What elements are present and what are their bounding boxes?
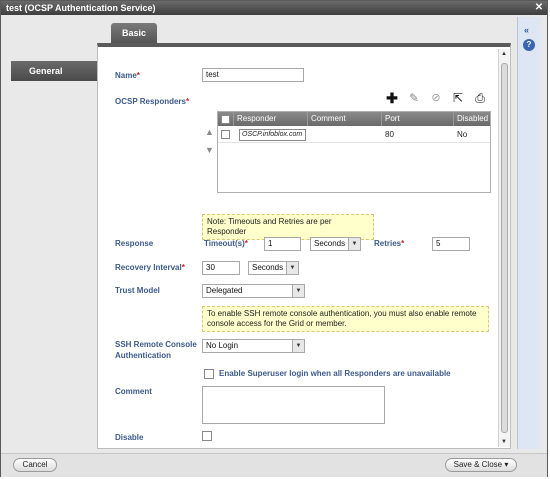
chevron-down-icon: ▼ [292, 285, 304, 297]
chevron-down-icon: ▾ [504, 460, 509, 469]
edit-icon[interactable]: ✎ [407, 91, 421, 105]
name-label-text: Name [115, 71, 137, 80]
timeout-unit-value: Seconds [314, 239, 346, 248]
nav-item-general[interactable]: General [11, 61, 101, 81]
right-bar: « ? [517, 17, 541, 449]
row-checkbox[interactable] [221, 130, 230, 140]
required-marker: * [401, 239, 405, 248]
trust-model-value: Delegated [206, 286, 243, 295]
footer: Cancel Save & Close ▾ [1, 453, 547, 477]
response-label: Response [115, 239, 154, 248]
print-icon[interactable]: ⎙ [473, 91, 487, 105]
table-row[interactable]: OSCP.infoblox.com 80 No [218, 127, 490, 143]
cancel-button[interactable]: Cancel [13, 458, 57, 472]
column-header-port[interactable]: Port [382, 112, 454, 126]
tab-basic[interactable]: Basic [111, 23, 157, 43]
ssh-auth-value: No Login [206, 341, 239, 350]
retries-label: Retries* [374, 239, 404, 248]
timeout-label: Timeout(s)* [204, 239, 248, 248]
port-cell: 80 [385, 130, 394, 139]
disable-checkbox[interactable] [202, 431, 212, 441]
required-marker: * [185, 97, 190, 106]
recovery-unit-value: Seconds [252, 263, 284, 272]
export-icon[interactable]: ⇱ [451, 91, 465, 105]
chevron-down-icon: ▼ [286, 262, 298, 274]
trust-model-select[interactable]: Delegated ▼ [202, 284, 305, 298]
ssh-auth-label: SSH Remote Console Authentication [115, 339, 197, 361]
trust-model-label: Trust Model [115, 286, 160, 295]
table-header: Responder Comment Port Disabled [218, 112, 490, 126]
comment-label: Comment [115, 387, 152, 396]
required-marker: * [244, 239, 248, 248]
scroll-up-icon[interactable]: ▲ [501, 51, 507, 57]
recovery-interval-label-text: Recovery Interval [115, 263, 182, 272]
delete-icon[interactable]: ⊘ [429, 91, 443, 105]
name-input[interactable]: test [202, 68, 304, 82]
column-header-comment[interactable]: Comment [308, 112, 382, 126]
close-icon[interactable]: ✕ [534, 3, 544, 13]
retries-input[interactable]: 5 [432, 237, 470, 251]
ssh-auth-select[interactable]: No Login ▼ [202, 339, 305, 353]
ssh-note: To enable SSH remote console authenticat… [202, 306, 489, 332]
recovery-interval-label: Recovery Interval* [115, 263, 185, 272]
collapse-icon[interactable]: « [524, 25, 529, 35]
timeout-unit-select[interactable]: Seconds ▼ [310, 237, 361, 251]
left-nav: General [9, 17, 101, 449]
ssh-auth-label-line1: SSH Remote Console [115, 340, 197, 349]
responders-table: Responder Comment Port Disabled OSCP.inf… [217, 111, 491, 193]
help-icon[interactable]: ? [523, 39, 535, 51]
retries-label-text: Retries [374, 239, 402, 248]
recovery-interval-input[interactable]: 30 [202, 261, 240, 275]
superuser-checkbox[interactable] [204, 369, 214, 379]
column-header-disabled[interactable]: Disabled [454, 112, 490, 126]
required-marker: * [136, 71, 140, 80]
timeout-input[interactable]: 1 [264, 237, 301, 251]
move-up-icon[interactable]: ▲ [205, 127, 214, 137]
required-marker: * [181, 263, 185, 272]
select-all-checkbox[interactable] [221, 115, 230, 125]
comment-textarea[interactable] [202, 386, 385, 424]
ssh-auth-label-line2: Authentication [115, 351, 171, 360]
ocsp-responders-label: OCSP Responders* [115, 97, 189, 106]
responder-value[interactable]: OSCP.infoblox.com [239, 129, 306, 141]
row-select-cell [218, 127, 234, 143]
save-close-label: Save & Close [453, 460, 503, 469]
disable-label: Disable [115, 433, 144, 442]
dialog: test (OCSP Authentication Service) ✕ Gen… [0, 0, 548, 477]
title-bar: test (OCSP Authentication Service) ✕ [1, 1, 547, 15]
ocsp-responders-label-text: OCSP Responders [115, 97, 186, 106]
move-down-icon[interactable]: ▼ [205, 145, 214, 155]
responder-cell: OSCP.infoblox.com [236, 127, 306, 143]
add-icon[interactable]: ✚ [385, 91, 399, 105]
column-header-responder[interactable]: Responder [234, 112, 308, 126]
window-title: test (OCSP Authentication Service) [6, 3, 156, 13]
save-close-button[interactable]: Save & Close ▾ [445, 458, 517, 472]
scrollbar[interactable]: ▲ ▼ [498, 49, 510, 447]
chevron-down-icon: ▼ [292, 340, 304, 352]
timeout-label-text: Timeout(s) [204, 239, 245, 248]
scroll-thumb[interactable] [501, 63, 508, 433]
name-label: Name* [115, 71, 140, 80]
recovery-unit-select[interactable]: Seconds ▼ [248, 261, 299, 275]
select-all-cell [218, 112, 234, 126]
comment-cell [308, 127, 382, 143]
disabled-cell: No [457, 130, 468, 139]
chevron-down-icon: ▼ [348, 238, 360, 250]
scroll-down-icon[interactable]: ▼ [501, 439, 507, 445]
superuser-label: Enable Superuser login when all Responde… [219, 369, 451, 378]
